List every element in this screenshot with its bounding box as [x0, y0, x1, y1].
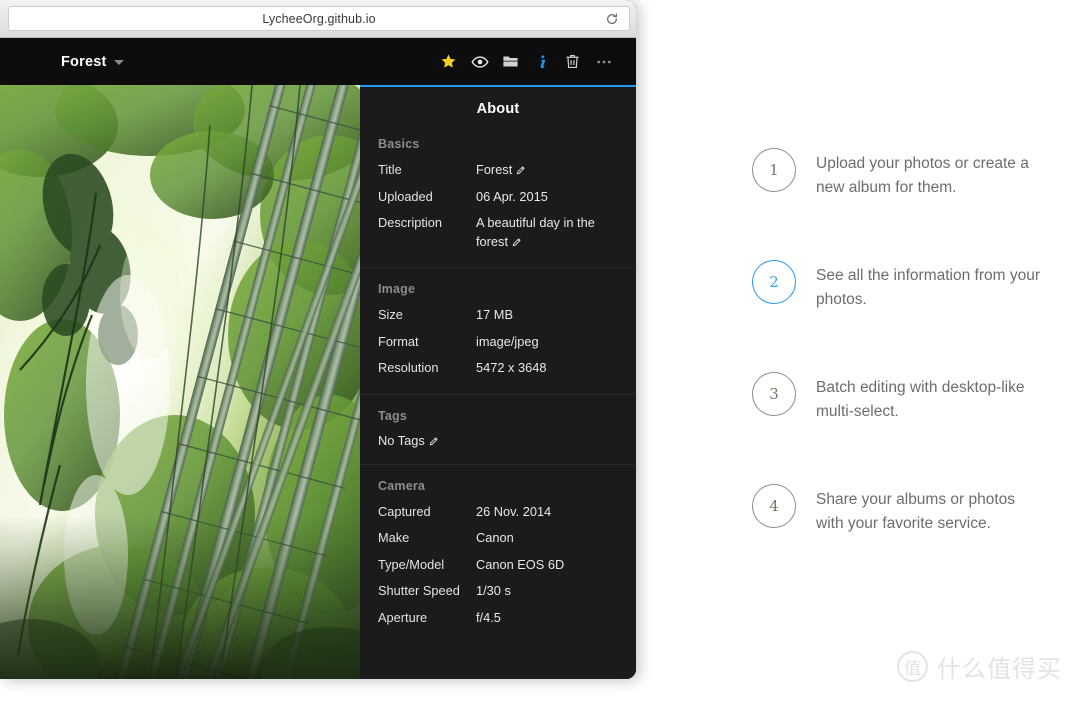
watermark-text: 什么值得买 [937, 655, 1062, 683]
about-row-value-text: 17 MB [476, 307, 513, 323]
about-section-title: Camera [378, 478, 426, 493]
edit-pencil-icon[interactable] [512, 237, 522, 247]
info-icon[interactable] [526, 42, 557, 82]
about-row-value: 17 MB [476, 306, 622, 325]
folder-icon[interactable] [495, 42, 526, 82]
edit-pencil-icon[interactable] [429, 436, 439, 446]
about-row: Make Canon [360, 525, 636, 552]
feature-number-badge[interactable]: 2 [752, 260, 796, 305]
feature-number-badge[interactable]: 1 [752, 148, 796, 192]
about-row-value: 06 Apr. 2015 [476, 188, 622, 207]
feature-list: 1 Upload your photos or create a new albu… [752, 148, 1062, 536]
feature-text: Batch editing with desktop-like multi-se… [816, 379, 1025, 421]
about-row-value: image/jpeg [476, 333, 622, 352]
about-section: Basics Title Forest Uploaded 06 Apr. 2015 Des… [360, 123, 636, 269]
about-row-label: Aperture [378, 610, 428, 626]
browser-chrome: LycheeOrg.github.io [0, 0, 636, 38]
about-row: Title Forest [360, 157, 636, 184]
address-bar[interactable]: LycheeOrg.github.io [8, 6, 630, 31]
star-icon[interactable] [433, 42, 464, 82]
about-row: Resolution 5472 x 3648 [360, 355, 636, 382]
edit-pencil-icon[interactable] [516, 165, 526, 175]
about-section: Camera Captured 26 Nov. 2014 Make Canon Type/… [360, 465, 636, 644]
about-row-value[interactable]: Forest [476, 161, 622, 180]
feature-number-badge[interactable]: 3 [752, 372, 796, 417]
about-row-label: Uploaded [378, 188, 433, 204]
about-section: Image Size 17 MB Format image/jpeg Resolution… [360, 268, 636, 395]
about-row: Format image/jpeg [360, 329, 636, 356]
about-row-label: Resolution [378, 360, 439, 376]
trash-icon[interactable] [557, 42, 588, 82]
about-row-label: Shutter Speed [378, 583, 460, 599]
about-sections: Basics Title Forest Uploaded 06 Apr. 2015 Des… [360, 123, 636, 644]
about-section: Tags No Tags [360, 395, 636, 465]
feature-text: Upload your photos or create a new album… [816, 155, 1029, 197]
about-row-value-text: 1/30 s [476, 583, 511, 599]
about-row-label: Captured [378, 503, 431, 519]
about-row-label: Format [378, 333, 419, 349]
about-tags-text: No Tags [378, 432, 425, 448]
photo-area: About Basics Title Forest Uploaded 06 Apr. 2… [0, 85, 636, 679]
feature-item[interactable]: 3 Batch editing with desktop-like multi-s… [752, 372, 1062, 424]
about-row: Shutter Speed 1/30 s [360, 578, 636, 605]
url-text: LycheeOrg.github.io [262, 11, 376, 26]
about-section-title: Basics [378, 137, 420, 151]
about-row-label: Size [378, 307, 403, 323]
topbar-actions [433, 38, 619, 85]
feature-text: Share your albums or photos with your fa… [816, 491, 1016, 533]
about-row-label: Make [378, 530, 410, 546]
about-row-value: 5472 x 3648 [476, 359, 622, 378]
about-row-value-text: 26 Nov. 2014 [476, 503, 552, 519]
about-row-value-text: Forest [476, 162, 513, 177]
chevron-down-icon [113, 60, 124, 65]
about-row-value-text: f/4.5 [476, 610, 501, 626]
about-tags-row[interactable]: No Tags [360, 429, 636, 452]
about-title: About [476, 101, 520, 117]
about-row-value-text: Canon [476, 530, 514, 546]
feature-number-badge[interactable]: 4 [752, 484, 796, 529]
about-row-label: Description [378, 215, 443, 231]
about-row-label: Title [378, 162, 402, 177]
about-row-value-text: 5472 x 3648 [476, 360, 547, 376]
album-title: Forest [61, 53, 107, 70]
watermark-logo-icon: 值 [897, 651, 928, 682]
feature-item[interactable]: 4 Share your albums or photos with your f… [752, 484, 1062, 536]
app-topbar: Forest [0, 38, 636, 85]
about-row-value[interactable]: A beautiful day in the forest [476, 214, 622, 251]
about-section-title: Image [378, 282, 416, 297]
about-row-value-text: image/jpeg [476, 333, 539, 349]
about-row-value: Canon [476, 529, 622, 548]
about-row: Captured 26 Nov. 2014 [360, 499, 636, 526]
album-title-dropdown[interactable]: Forest [61, 54, 124, 70]
about-row-value-text: Canon EOS 6D [476, 556, 565, 572]
browser-window: LycheeOrg.github.io Forest About Basics … [0, 0, 636, 679]
eye-icon[interactable] [464, 42, 495, 82]
about-row: Uploaded 06 Apr. 2015 [360, 184, 636, 211]
about-row-value: Canon EOS 6D [476, 556, 622, 575]
about-row-value: 1/30 s [476, 582, 622, 601]
feature-text: See all the information from your photos… [816, 267, 1040, 309]
watermark: 值 什么值得买 [897, 649, 1062, 684]
feature-item[interactable]: 1 Upload your photos or create a new albu… [752, 148, 1062, 200]
about-row-value-text: A beautiful day in the forest [476, 215, 595, 249]
forest-photo[interactable] [0, 85, 360, 679]
about-row-value-text: 06 Apr. 2015 [476, 188, 548, 204]
about-panel: About Basics Title Forest Uploaded 06 Apr. 2… [360, 85, 636, 679]
reload-icon[interactable] [605, 12, 619, 26]
about-row: Type/Model Canon EOS 6D [360, 552, 636, 579]
more-icon[interactable] [588, 42, 619, 82]
about-section-title: Tags [378, 408, 408, 423]
feature-item[interactable]: 2 See all the information from your photo… [752, 260, 1062, 312]
about-row: Aperture f/4.5 [360, 605, 636, 632]
about-row-value: f/4.5 [476, 609, 622, 628]
about-row: Size 17 MB [360, 302, 636, 329]
about-row: Description A beautiful day in the forest [360, 210, 636, 255]
about-row-label: Type/Model [378, 556, 445, 572]
about-row-value: 26 Nov. 2014 [476, 503, 622, 522]
